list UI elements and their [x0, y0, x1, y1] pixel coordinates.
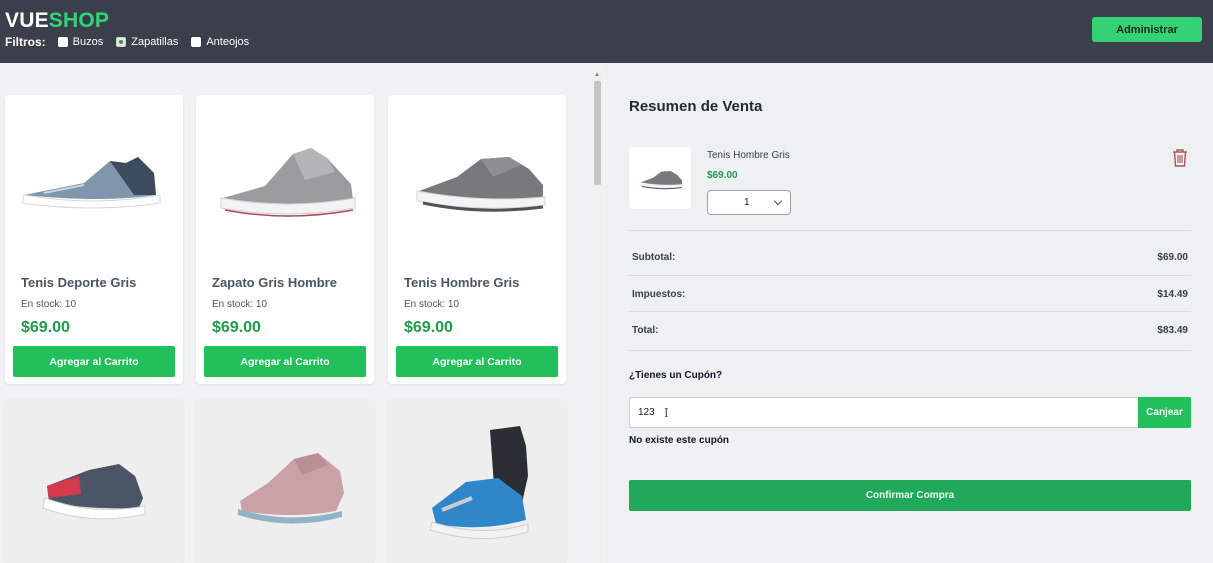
- filter-buzos-label: Buzos: [72, 36, 104, 48]
- product-image: [5, 399, 183, 563]
- filter-bar: Filtros: Buzos Zapatillas Anteojos: [5, 34, 262, 50]
- checkbox-icon[interactable]: [57, 37, 68, 47]
- checkbox-checked-icon[interactable]: [116, 37, 127, 47]
- scroll-thumb[interactable]: [594, 81, 601, 185]
- checkbox-icon[interactable]: [191, 37, 202, 47]
- product-image: [388, 399, 566, 563]
- product-stock: En stock: 10: [404, 299, 460, 310]
- cart-item-name: Tenis Hombre Gris: [707, 150, 790, 161]
- product-scrollbar[interactable]: ▲: [592, 72, 603, 563]
- product-image: [5, 95, 183, 260]
- add-to-cart-button[interactable]: Agregar al Carrito: [396, 346, 558, 377]
- filter-zapatillas-label: Zapatillas: [131, 36, 179, 48]
- subtotal-value: $69.00: [1157, 252, 1188, 263]
- product-card: Zapato Gris Hombre En stock: 10 $69.00 A…: [196, 95, 374, 384]
- logo-vue-text: VUE: [5, 9, 49, 32]
- divider: [629, 350, 1191, 351]
- product-image: [196, 399, 374, 563]
- product-grid: Tenis Deporte Gris En stock: 10 $69.00 A…: [0, 63, 606, 563]
- sales-summary-panel: Resumen de Venta Tenis Hombre Gris $69.0…: [606, 63, 1213, 563]
- tax-label: Impuestos:: [632, 289, 686, 300]
- filter-anteojos[interactable]: Anteojos: [191, 36, 249, 48]
- divider: [629, 230, 1191, 231]
- confirm-purchase-button[interactable]: Confirmar Compra: [629, 480, 1191, 511]
- product-card: [196, 399, 374, 563]
- redeem-coupon-button[interactable]: Canjear: [1138, 397, 1191, 428]
- product-image: [388, 95, 566, 260]
- total-value: $83.49: [1157, 325, 1188, 336]
- subtotal-label: Subtotal:: [632, 252, 676, 263]
- trash-icon[interactable]: [1171, 148, 1189, 168]
- coupon-input[interactable]: [629, 397, 1139, 428]
- app-logo[interactable]: VUESHOP: [5, 9, 109, 33]
- coupon-question: ¿Tienes un Cupón?: [629, 370, 723, 381]
- product-name: Zapato Gris Hombre: [212, 275, 337, 290]
- add-to-cart-button[interactable]: Agregar al Carrito: [13, 346, 175, 377]
- divider: [629, 311, 1191, 312]
- coupon-error-message: No existe este cupón: [629, 435, 730, 446]
- product-name: Tenis Hombre Gris: [404, 275, 520, 290]
- product-stock: En stock: 10: [212, 299, 268, 310]
- add-to-cart-button[interactable]: Agregar al Carrito: [204, 346, 366, 377]
- scroll-up-arrow-icon[interactable]: ▲: [594, 72, 600, 78]
- divider: [629, 275, 1191, 276]
- filter-zapatillas[interactable]: Zapatillas: [116, 36, 178, 48]
- total-label: Total:: [632, 325, 659, 336]
- cart-item-price: $69.00: [707, 170, 738, 181]
- quantity-value: 1: [744, 197, 750, 208]
- product-price: $69.00: [21, 319, 70, 336]
- product-stock: En stock: 10: [21, 299, 77, 310]
- filter-buzos[interactable]: Buzos: [57, 36, 104, 48]
- admin-button[interactable]: Administrar: [1092, 17, 1202, 42]
- product-card: [388, 399, 566, 563]
- tax-value: $14.49: [1157, 289, 1188, 300]
- product-price: $69.00: [404, 319, 453, 336]
- product-card: Tenis Hombre Gris En stock: 10 $69.00 Ag…: [388, 95, 566, 384]
- logo-shop-text: SHOP: [48, 9, 110, 32]
- product-name: Tenis Deporte Gris: [21, 275, 137, 290]
- summary-title: Resumen de Venta: [629, 98, 763, 115]
- top-navbar: VUESHOP Filtros: Buzos Zapatillas Anteoj…: [0, 0, 1213, 63]
- filter-anteojos-label: Anteojos: [206, 36, 250, 48]
- cart-item-thumbnail: [629, 147, 691, 209]
- quantity-select[interactable]: 1: [707, 190, 791, 215]
- product-price: $69.00: [212, 319, 261, 336]
- product-image: [196, 95, 374, 260]
- chevron-down-icon: [773, 196, 783, 206]
- product-card: [5, 399, 183, 563]
- product-card: Tenis Deporte Gris En stock: 10 $69.00 A…: [5, 95, 183, 384]
- text-cursor-icon: I: [664, 406, 669, 420]
- filters-label: Filtros:: [5, 35, 46, 49]
